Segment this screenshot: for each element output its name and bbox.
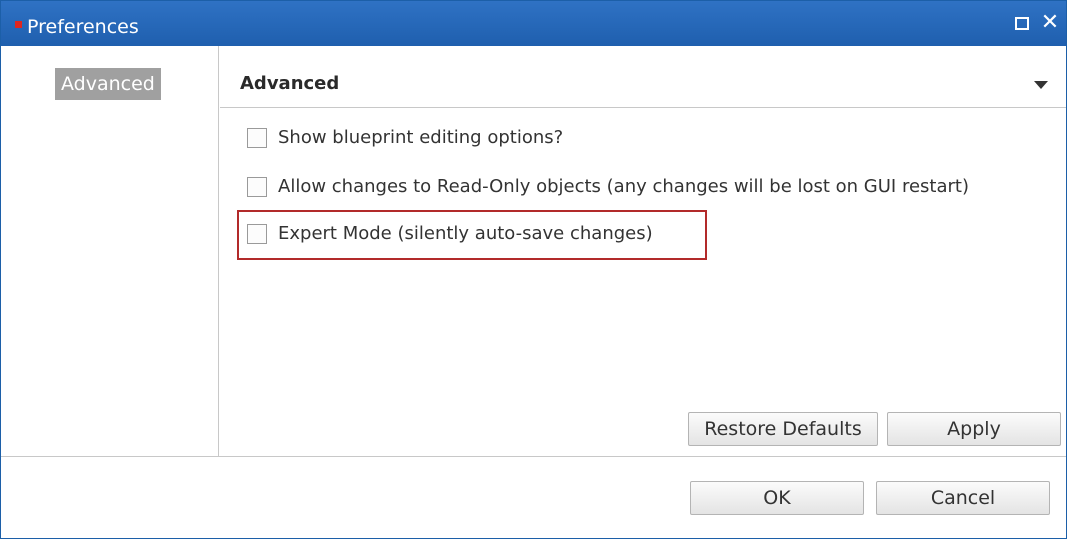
option-label: Expert Mode (silently auto-save changes) [278,223,653,244]
section-header[interactable]: Advanced [220,46,1066,108]
preferences-dialog: Preferences ✕ Advanced Advanced Show blu… [0,0,1067,539]
section-title: Advanced [240,73,340,94]
allow-readonly-changes-option[interactable]: Allow changes to Read-Only objects (any … [247,175,969,199]
apply-button[interactable]: Apply [887,412,1061,446]
show-blueprint-checkbox[interactable] [247,128,267,148]
preferences-content: Advanced Show blueprint editing options?… [220,46,1066,456]
window-title: Preferences [27,16,139,38]
sidebar-item-advanced[interactable]: Advanced [55,68,161,100]
maximize-icon[interactable] [1012,13,1032,33]
expert-mode-checkbox[interactable] [247,224,267,244]
cancel-button[interactable]: Cancel [876,481,1050,515]
show-blueprint-option[interactable]: Show blueprint editing options? [247,126,563,150]
footer-divider [1,456,1066,457]
ok-button[interactable]: OK [690,481,864,515]
close-icon[interactable]: ✕ [1040,12,1060,34]
allow-readonly-changes-checkbox[interactable] [247,177,267,197]
restore-defaults-button[interactable]: Restore Defaults [688,412,878,446]
option-label: Show blueprint editing options? [278,127,564,148]
app-indicator-icon [15,21,22,28]
title-bar[interactable]: Preferences ✕ [1,1,1066,46]
option-label: Allow changes to Read-Only objects (any … [278,176,969,197]
chevron-down-icon[interactable] [1034,81,1048,89]
sidebar: Advanced [1,46,219,456]
expert-mode-option[interactable]: Expert Mode (silently auto-save changes) [247,222,653,246]
